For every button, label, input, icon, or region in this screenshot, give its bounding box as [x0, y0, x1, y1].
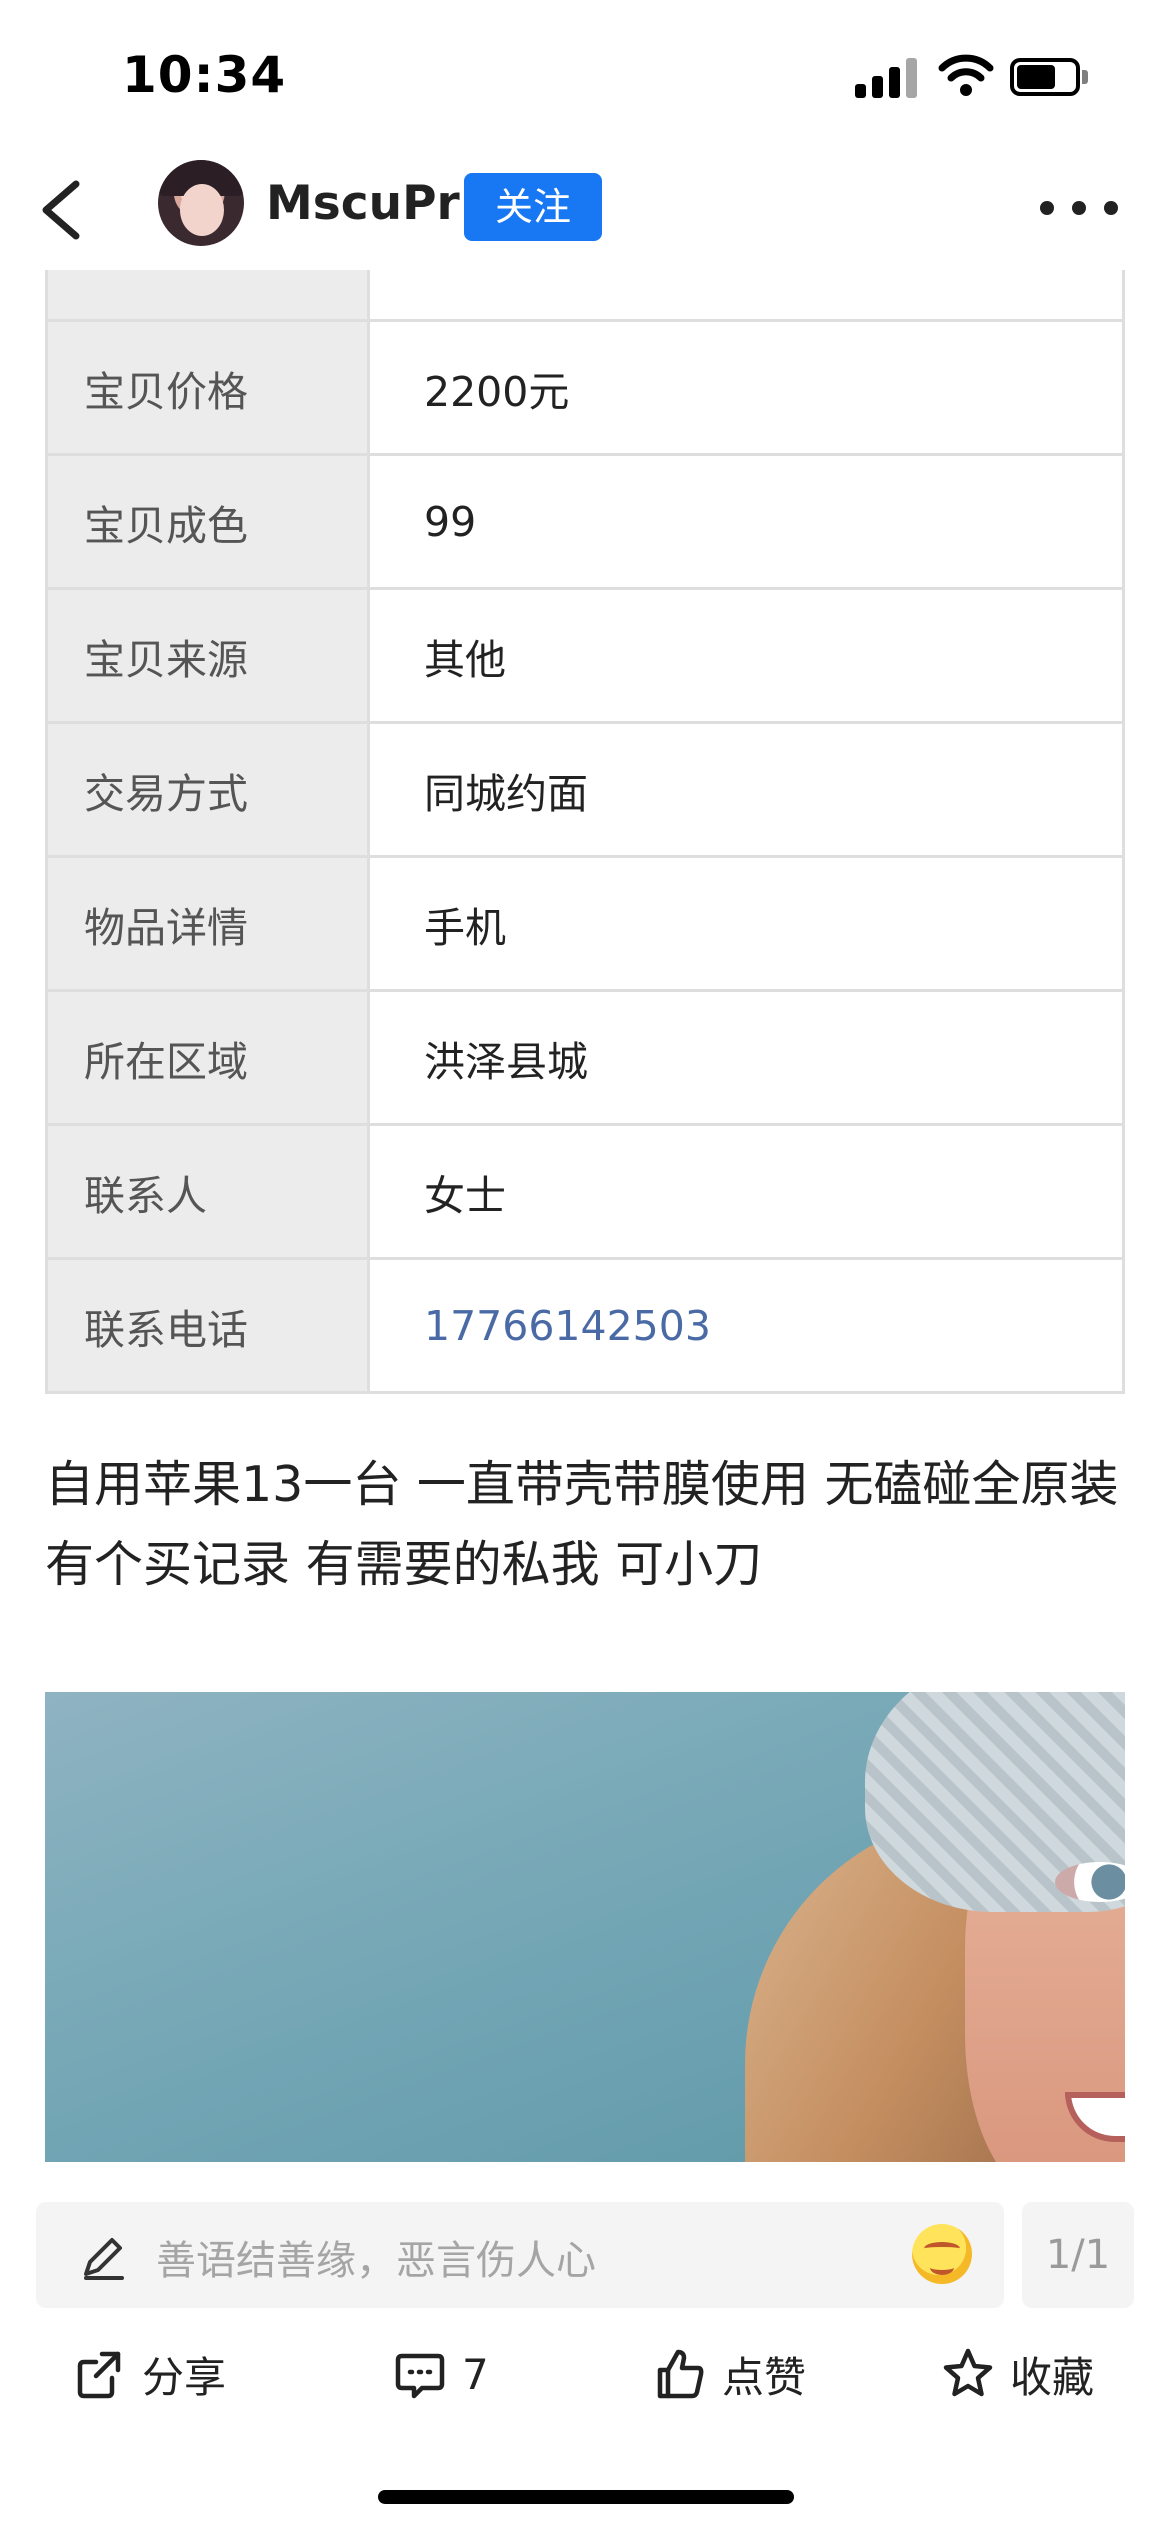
table-value: 99	[424, 497, 477, 546]
comment-placeholder: 善语结善缘，恶言伤人心	[156, 2238, 596, 2284]
table-value: 洪泽县城	[424, 1037, 588, 1086]
share-icon	[77, 2351, 121, 2399]
post-image[interactable]	[45, 1692, 1125, 2162]
table-row: 宝贝来源 其他	[48, 590, 1122, 724]
share-label: 分享	[142, 2352, 227, 2402]
emoji-icon[interactable]	[912, 2224, 972, 2284]
favorite-label: 收藏	[1010, 2352, 1095, 2402]
like-button[interactable]: 点赞	[652, 2342, 806, 2406]
table-key: 宝贝成色	[48, 456, 370, 587]
comment-button[interactable]: 7	[392, 2342, 489, 2406]
pencil-icon	[84, 2238, 124, 2280]
more-icon[interactable]	[1040, 190, 1120, 226]
table-row: 宝贝成色 99	[48, 456, 1122, 590]
table-key: 宝贝价格	[48, 322, 370, 453]
favorite-button[interactable]: 收藏	[940, 2342, 1094, 2406]
table-key: 物品详情	[48, 858, 370, 989]
action-bar: 分享 7 点赞 收藏	[0, 2318, 1170, 2428]
battery-icon	[1010, 58, 1088, 96]
screen: 10:34 MscuPr 关注 宝贝品牌	[0, 0, 1170, 2532]
table-key: 所在区域	[48, 992, 370, 1123]
nav-bar: MscuPr 关注	[0, 150, 1170, 270]
table-row: 所在区域 洪泽县城	[48, 992, 1122, 1126]
table-value: 手机	[424, 903, 506, 952]
table-row: 宝贝品牌 手机	[48, 270, 1122, 322]
table-value: 手机	[370, 270, 1122, 319]
table-row: 宝贝价格 2200元	[48, 322, 1122, 456]
avatar[interactable]	[158, 160, 244, 246]
table-row: 物品详情 手机	[48, 858, 1122, 992]
follow-button[interactable]: 关注	[464, 173, 602, 241]
thumbs-up-icon	[657, 2349, 704, 2399]
home-indicator[interactable]	[378, 2490, 794, 2504]
username[interactable]: MscuPr	[266, 176, 460, 231]
item-info-table: 宝贝品牌 手机 宝贝价格 2200元 宝贝成色 99 宝贝来源 其他 交易方式 …	[45, 270, 1125, 1394]
table-row: 交易方式 同城约面	[48, 724, 1122, 858]
back-chevron-icon[interactable]	[28, 172, 98, 248]
like-label: 点赞	[722, 2352, 807, 2402]
share-button[interactable]: 分享	[72, 2342, 226, 2406]
table-value: 2200元	[424, 367, 570, 416]
table-value: 同城约面	[424, 769, 588, 818]
comment-icon	[395, 2353, 445, 2399]
table-key: 交易方式	[48, 724, 370, 855]
page-indicator[interactable]: 1/1	[1022, 2202, 1134, 2308]
comment-input[interactable]: 善语结善缘，恶言伤人心	[36, 2202, 1004, 2308]
phone-number-link[interactable]: 17766142503	[370, 1260, 1122, 1391]
star-icon	[943, 2348, 993, 2397]
table-key: 宝贝来源	[48, 590, 370, 721]
comment-count: 7	[462, 2349, 489, 2399]
table-value: 其他	[424, 635, 506, 684]
cellular-signal-icon	[855, 58, 919, 98]
post-description: 自用苹果13一台 一直带壳带膜使用 无磕碰全原装 有个买记录 有需要的私我 可小…	[45, 1456, 1119, 1593]
table-key: 联系电话	[48, 1260, 370, 1391]
wifi-icon	[938, 54, 994, 96]
table-value: 女士	[424, 1171, 506, 1220]
table-key: 宝贝品牌	[48, 270, 370, 319]
table-row: 联系人 女士	[48, 1126, 1122, 1260]
status-time: 10:34	[122, 46, 287, 104]
table-row: 联系电话 17766142503	[48, 1260, 1122, 1394]
table-key: 联系人	[48, 1126, 370, 1257]
status-bar: 10:34	[0, 0, 1170, 150]
